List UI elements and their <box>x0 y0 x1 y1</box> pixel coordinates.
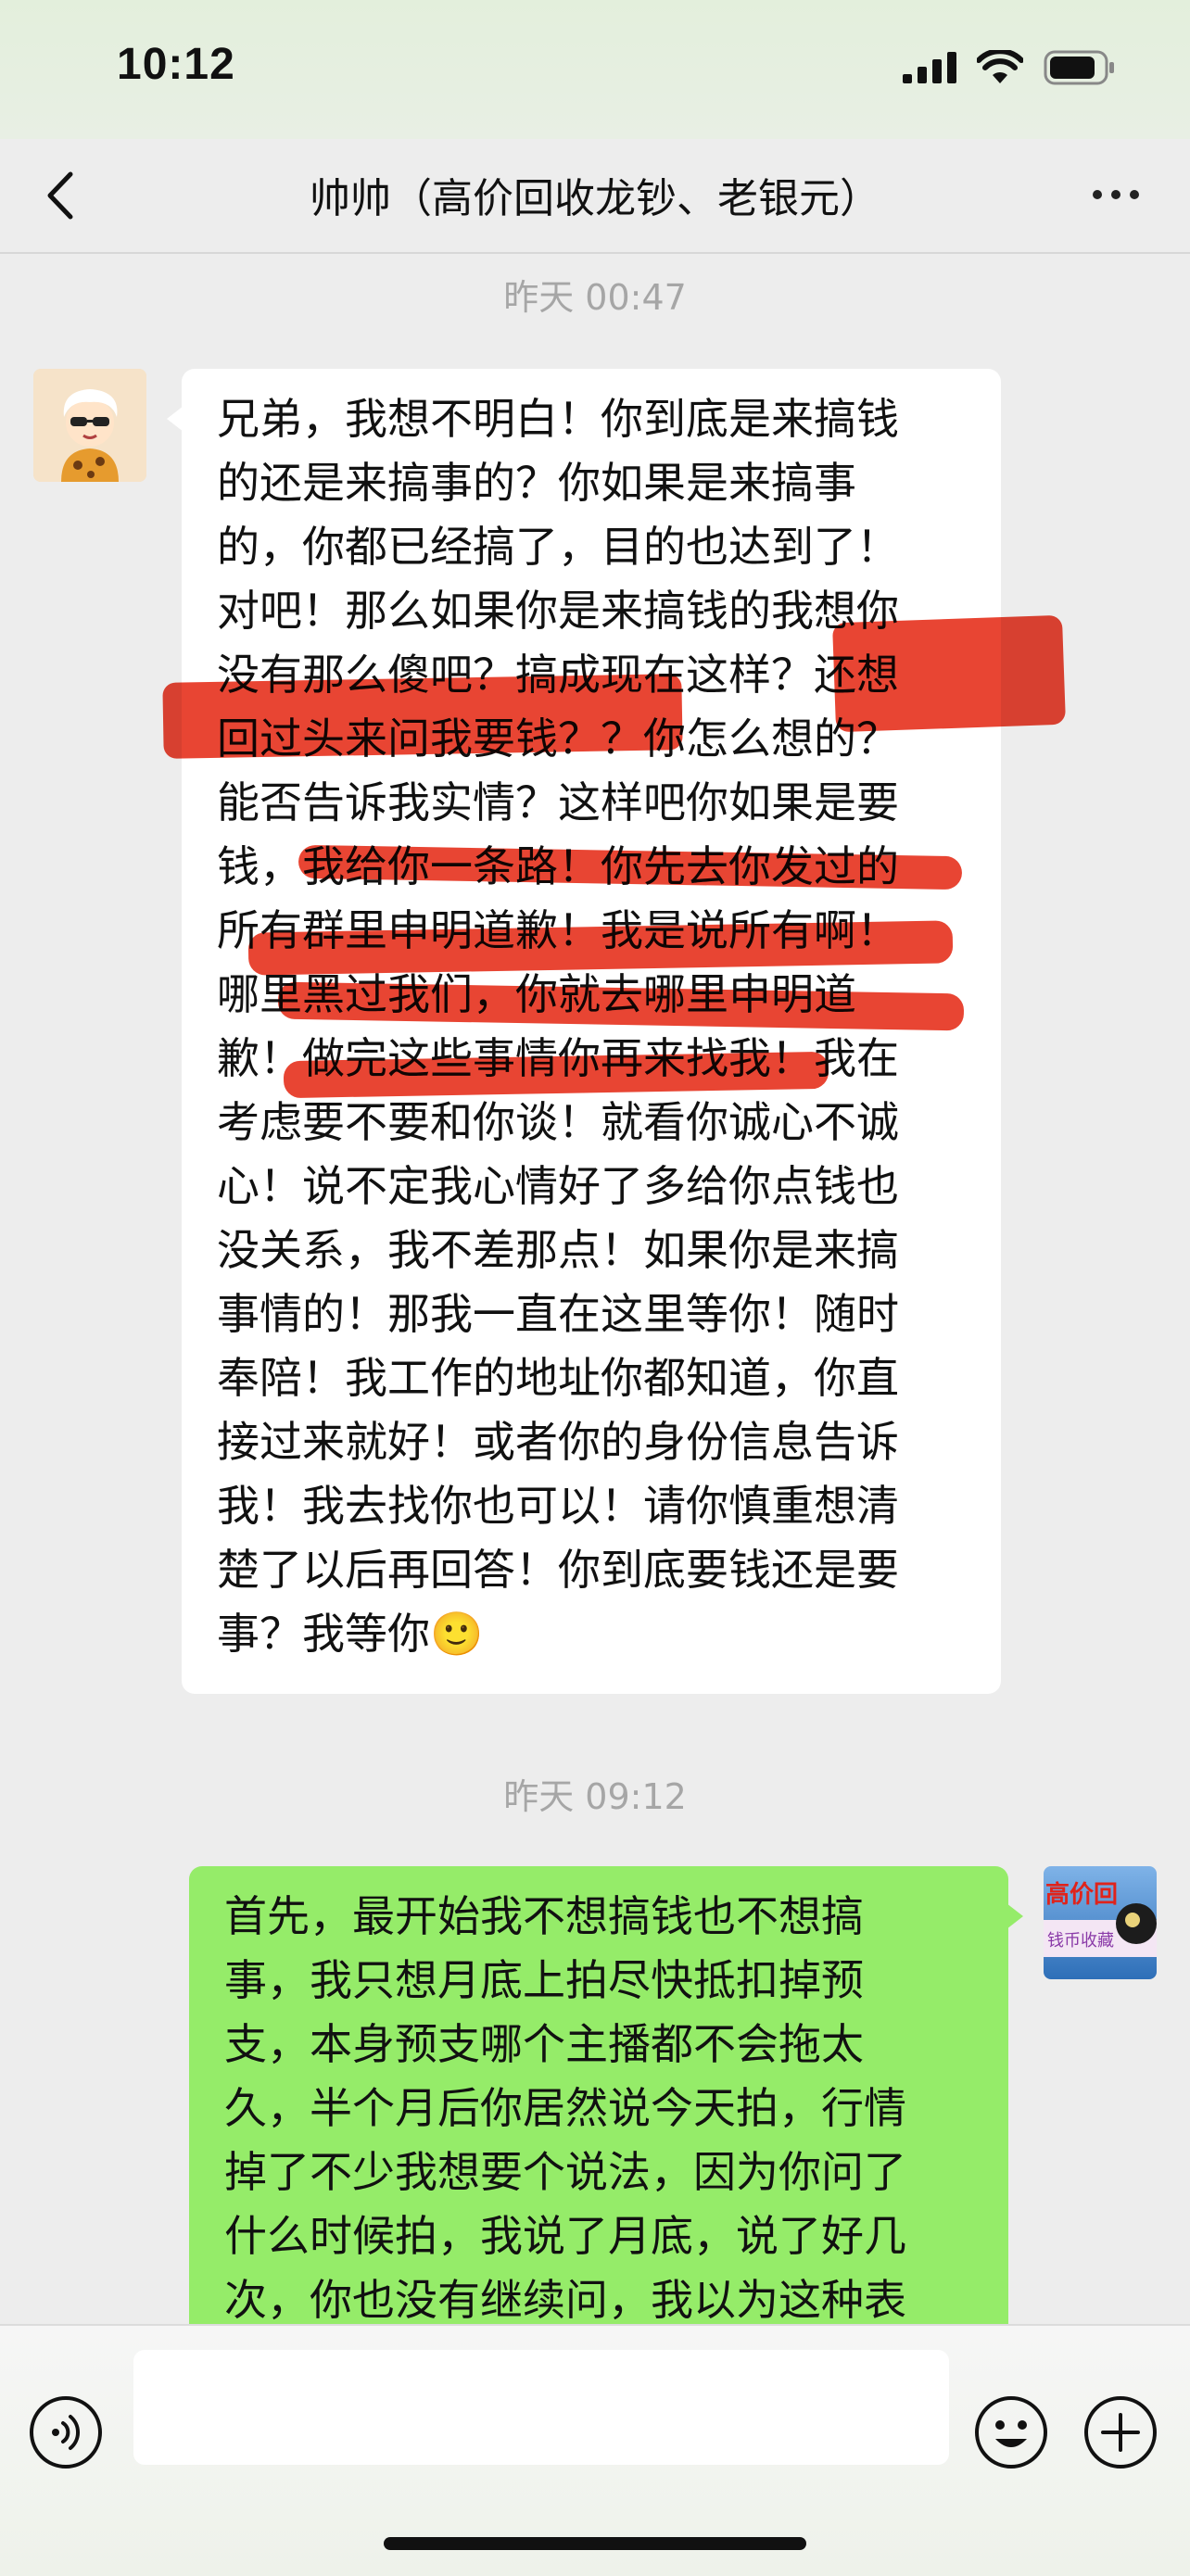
message-line: 事情的！那我一直在这里等你！随时 <box>217 1289 899 1339</box>
more-button[interactable] <box>1079 165 1153 224</box>
more-dot <box>1111 190 1120 199</box>
message-input[interactable] <box>133 2350 949 2465</box>
signal-icon <box>903 52 956 83</box>
back-button[interactable] <box>33 163 98 228</box>
message-line: 支，本身预支哪个主播都不会拖太 <box>224 2019 864 2069</box>
status-bar: 10:12 <box>0 0 1190 139</box>
cartoon-avatar-icon <box>33 369 146 482</box>
red-highlight-mark <box>832 614 1066 733</box>
message-line: 什么时候拍，我说了月底，说了好几 <box>224 2211 906 2261</box>
emoji-button[interactable] <box>973 2394 1049 2470</box>
message-line: 心！说不定我心情好了多给你点钱也 <box>217 1161 899 1211</box>
message-line: 我！我去找你也可以！请你慎重想清 <box>217 1481 899 1531</box>
more-dot <box>1130 190 1139 199</box>
back-chevron-icon <box>47 171 73 220</box>
message-bubble-incoming[interactable]: 兄弟，我想不明白！你到底是来搞钱 的还是来搞事的？你如果是来搞事 的，你都已经搞了，… <box>167 369 1001 1694</box>
chat-header: 帅帅（高价回收龙钞、老银元） <box>0 139 1190 254</box>
chat-title: 帅帅（高价回收龙钞、老银元） <box>310 175 880 222</box>
red-highlight-mark <box>162 674 683 759</box>
timestamp: 昨天 09:12 <box>503 1776 687 1817</box>
message-line: 考虑要不要和你谈！就看你诚心不诚 <box>217 1097 899 1147</box>
home-indicator <box>384 2537 806 2550</box>
message-line: 能否告诉我实情？这样吧你如果是要 <box>217 777 899 827</box>
message-line: 的还是来搞事的？你如果是来搞事 <box>217 458 856 508</box>
more-dots-icon <box>1093 190 1102 199</box>
plus-icon <box>1084 2396 1157 2469</box>
voice-button[interactable] <box>28 2394 104 2470</box>
avatar-text-top: 高价回 <box>1045 1881 1119 1909</box>
contact-avatar[interactable] <box>33 369 146 482</box>
message-text: 首先，最开始我不想搞钱也不想搞 事，我只想月底上拍尽快抵扣掉预 支，本身预支哪个主播… <box>224 1885 971 2332</box>
battery-icon <box>1044 50 1114 85</box>
message-line: 次，你也没有继续问，我以为这种表 <box>224 2275 906 2325</box>
voice-icon <box>30 2396 102 2469</box>
message-line: 久，半个月后你居然说今天拍，行情 <box>224 2083 906 2133</box>
message-line: 的，你都已经搞了，目的也达到了！ <box>217 522 899 572</box>
message-line: 奉陪！我工作的地址你都知道，你直 <box>217 1353 899 1403</box>
message-line: 事？我等你🙂 <box>217 1609 484 1659</box>
self-avatar[interactable]: 高价回 钱币收藏 <box>1044 1866 1157 1979</box>
timestamp: 昨天 00:47 <box>503 277 687 318</box>
emoji-icon <box>975 2396 1047 2469</box>
message-line: 首先，最开始我不想搞钱也不想搞 <box>224 1891 864 1941</box>
message-line: 楚了以后再回答！你到底要钱还是要 <box>217 1545 899 1595</box>
status-icons <box>903 44 1116 91</box>
message-line: 接过来就好！或者你的身份信息告诉 <box>217 1417 899 1467</box>
message-line: 事，我只想月底上拍尽快抵扣掉预 <box>224 1955 864 2005</box>
message-line: 掉了不少我想要个说法，因为你问了 <box>224 2147 906 2197</box>
avatar-text-bottom: 钱币收藏 <box>1047 1931 1114 1951</box>
wifi-icon <box>977 50 1023 83</box>
plus-button[interactable] <box>1082 2394 1158 2470</box>
status-time: 10:12 <box>117 40 235 89</box>
message-line: 没关系，我不差那点！如果你是来搞 <box>217 1225 899 1275</box>
message-line: 兄弟，我想不明白！你到底是来搞钱 <box>217 394 899 444</box>
